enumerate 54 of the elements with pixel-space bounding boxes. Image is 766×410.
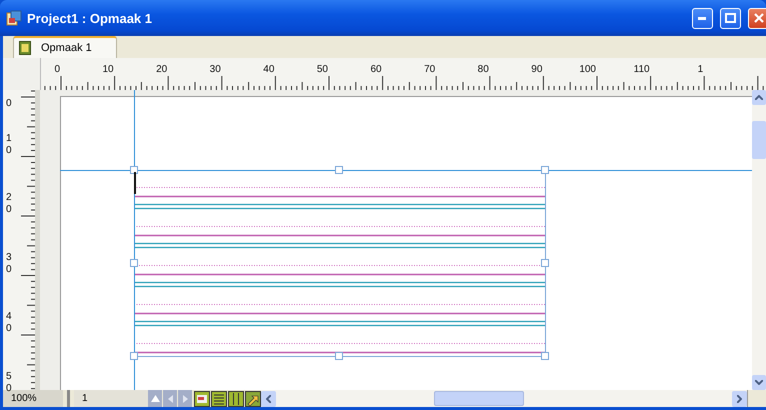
ruler-label: 50 [316,64,328,75]
ruler-label: 1 [698,64,704,75]
ruler-label: 110 [634,64,650,75]
ruler-label: 70 [424,64,436,75]
selection-handle[interactable] [335,166,343,174]
lines-view-icon[interactable] [211,390,227,406]
ruler-label: 100 [579,64,596,75]
ruler-label: 0 [54,64,60,75]
ruler-label: 10 [6,132,13,156]
scroll-left-button[interactable] [261,390,276,406]
ruler-label: 30 [210,64,221,75]
selection-handle[interactable] [335,352,343,360]
selection-handle[interactable] [541,352,549,360]
ruler-label: 40 [6,311,13,335]
triangle-icon [182,394,188,402]
page-number-field[interactable]: 1 [74,390,148,407]
ruler-label: 90 [531,64,542,75]
selection-handle[interactable] [130,352,138,360]
ruler-label: 20 [156,64,168,75]
page-view-icon[interactable] [194,390,210,406]
scroll-right-button[interactable] [732,390,747,406]
caret-icon [755,95,763,100]
scroll-thumb[interactable] [752,121,766,159]
caret-icon [755,380,763,385]
maximize-icon [725,13,736,23]
ruler-label: 0 [6,98,13,110]
minimize-icon [698,16,707,20]
maximize-button[interactable] [720,8,741,28]
caret-icon [266,394,271,402]
document-tab[interactable]: Opmaak 1 [13,36,117,58]
ruler-label: 80 [478,64,489,75]
ruler-label: 10 [102,64,114,75]
caret-icon [737,394,742,402]
close-icon [754,13,764,23]
ruler-label: 40 [263,64,274,75]
zoom-field[interactable]: 100% [3,390,63,407]
ruler-label: 60 [370,64,382,75]
scroll-up-button[interactable] [752,90,766,105]
window-title: Project1 : Opmaak 1 [27,10,152,26]
selection-handle[interactable] [541,166,549,174]
ruler-label: 20 [6,192,13,216]
first-page-button[interactable] [148,390,162,407]
selection-handle[interactable] [130,166,138,174]
selection-handle[interactable] [541,259,549,267]
scroll-down-button[interactable] [752,375,766,390]
scroll-thumb[interactable] [434,391,524,406]
minimize-button[interactable] [692,8,713,28]
columns-view-icon[interactable] [228,390,244,406]
selection-handle[interactable] [130,259,138,267]
close-button[interactable] [748,8,766,28]
project-icon [6,10,22,26]
page-icon [19,41,31,55]
text-cursor [134,172,136,194]
ruler-label: 30 [6,252,13,276]
